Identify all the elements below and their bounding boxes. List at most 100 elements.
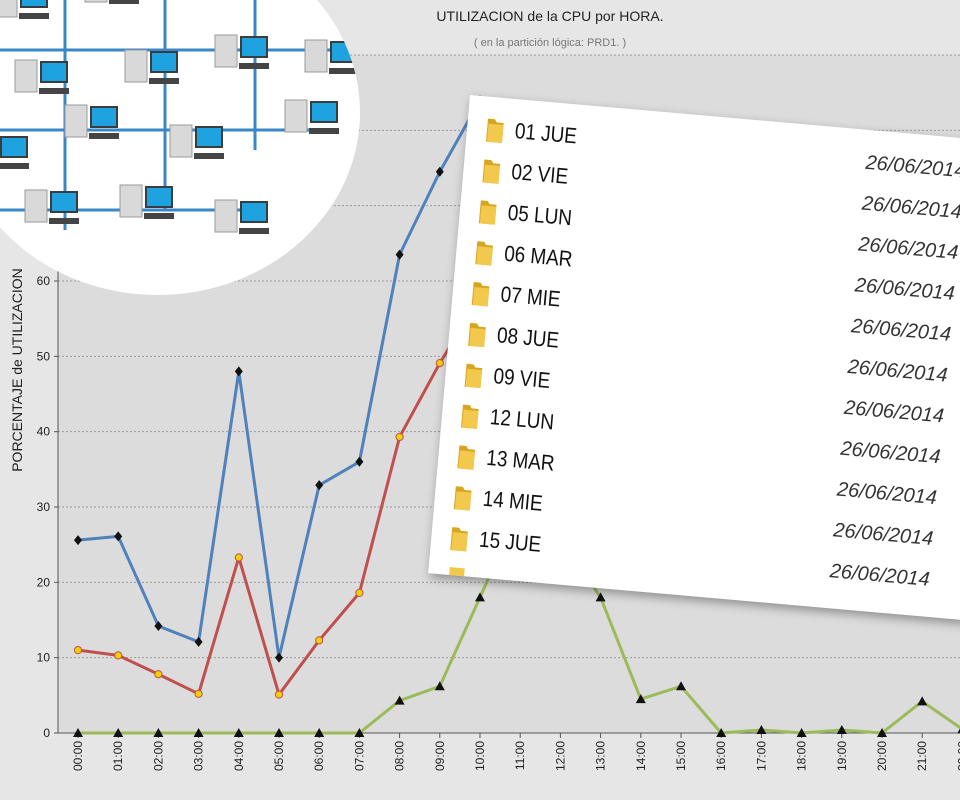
monitor-screen: [195, 126, 223, 148]
keyboard: [89, 133, 119, 139]
folder-date: 26/06/2014: [839, 437, 942, 469]
folder-name: 14 MIE: [481, 485, 544, 516]
folder-date: 26/06/2014: [850, 315, 952, 346]
x-tick-label: 17:00: [754, 741, 768, 771]
y-tick-label: 20: [37, 575, 51, 589]
data-point: [234, 553, 243, 562]
keyboard: [149, 78, 179, 84]
x-tick-label: 12:00: [553, 741, 567, 771]
pc-tower: [0, 0, 18, 18]
computer-icon: [24, 189, 79, 224]
monitor-screen: [40, 61, 68, 83]
computer-icon: [0, 0, 49, 19]
monitor-screen: [240, 36, 268, 58]
y-tick-label: 60: [37, 274, 51, 288]
x-tick-label: 11:00: [513, 741, 527, 770]
folder-name: 06 MAR: [503, 240, 574, 272]
chart-title: UTILIZACION de la CPU por HORA.: [436, 8, 663, 24]
y-axis-label: PORCENTAJE de UTILIZACION: [9, 268, 25, 472]
x-tick-label: 18:00: [795, 741, 809, 771]
x-tick-label: 21:00: [915, 741, 929, 771]
folder-icon: [460, 404, 479, 429]
computer-icon: [0, 136, 29, 169]
folder-icon: [468, 322, 486, 348]
data-point: [274, 690, 284, 699]
pc-tower: [169, 124, 193, 158]
folder-date: 26/06/2014: [864, 151, 960, 183]
folder-icon: [475, 241, 493, 266]
data-point: [435, 359, 444, 368]
pc-tower: [64, 104, 88, 138]
y-tick-label: 0: [43, 726, 50, 740]
keyboard: [0, 163, 29, 169]
x-tick-label: 10:00: [473, 741, 487, 771]
monitor-screen: [0, 136, 28, 158]
computer-icon: [64, 104, 119, 139]
x-tick-label: 16:00: [714, 741, 728, 771]
chart-subtitle: ( en la partición lógica: PRD1. ): [474, 37, 626, 49]
y-tick-label: 50: [37, 349, 51, 363]
pc-tower: [84, 0, 108, 3]
x-tick-label: 06:00: [312, 741, 326, 771]
computer-icon: [84, 0, 139, 4]
monitor-screen: [240, 201, 268, 223]
pc-tower: [24, 189, 48, 223]
folder-date: 26/06/2014: [846, 355, 949, 387]
monitor-screen: [310, 101, 338, 123]
folder-icon: [453, 486, 472, 511]
y-tick-label: 30: [37, 500, 51, 514]
x-tick-label: 03:00: [192, 741, 206, 771]
x-tick-label: 04:00: [232, 741, 246, 771]
folder-name: 01 JUE: [513, 118, 578, 149]
folder-icon: [486, 118, 504, 143]
x-tick-label: 05:00: [272, 741, 286, 771]
computer-icon: [169, 124, 224, 159]
folder-date: 26/06/2014: [857, 233, 960, 265]
x-tick-label: 00:00: [71, 741, 85, 771]
y-tick-label: 10: [37, 651, 51, 665]
folder-name: 12 LUN: [488, 404, 556, 435]
folder-date: 26/06/2014: [861, 192, 960, 224]
computer-icon: [284, 99, 339, 134]
keyboard: [109, 0, 139, 4]
x-tick-label: 02:00: [151, 741, 165, 771]
folder-name: 13 MAR: [485, 444, 556, 476]
x-tick-label: 01:00: [111, 741, 125, 771]
computer-icon: [214, 199, 269, 234]
monitor-screen: [150, 51, 178, 73]
folder-name: 02 VIE: [510, 158, 570, 189]
computer-icon: [124, 49, 179, 84]
folder-name: 07 MIE: [499, 281, 562, 312]
data-point: [194, 689, 203, 698]
computer-icon: [14, 59, 69, 94]
keyboard: [49, 218, 79, 224]
folder-date: 26/06/2014: [843, 396, 945, 428]
pc-tower: [304, 39, 328, 73]
monitor-screen: [90, 106, 118, 128]
x-tick-label: 22:00: [955, 741, 960, 771]
x-tick-label: 09:00: [433, 741, 447, 771]
pc-tower: [214, 34, 238, 68]
data-point: [73, 646, 83, 655]
keyboard: [144, 213, 174, 219]
folder-icon: [471, 282, 490, 307]
x-tick-label: 15:00: [674, 741, 688, 771]
folder-icon: [450, 527, 468, 552]
keyboard: [39, 88, 69, 94]
folder-name: 15 JUE: [478, 526, 543, 557]
computer-icon: [119, 184, 174, 219]
data-point: [315, 636, 324, 645]
x-tick-label: 13:00: [594, 741, 608, 771]
folder-date: 26/06/2014: [832, 519, 935, 551]
monitor-screen: [145, 186, 173, 208]
keyboard: [239, 228, 269, 234]
monitor-screen: [20, 0, 48, 8]
data-point: [395, 432, 404, 442]
x-tick-label: 14:00: [634, 741, 648, 771]
keyboard: [239, 63, 269, 69]
x-tick-label: 08:00: [393, 741, 407, 771]
folder-date: 26/06/2014: [853, 274, 956, 305]
pc-tower: [119, 184, 143, 218]
y-tick-label: 40: [37, 425, 51, 439]
folder-date: 26/06/2014: [836, 478, 938, 510]
